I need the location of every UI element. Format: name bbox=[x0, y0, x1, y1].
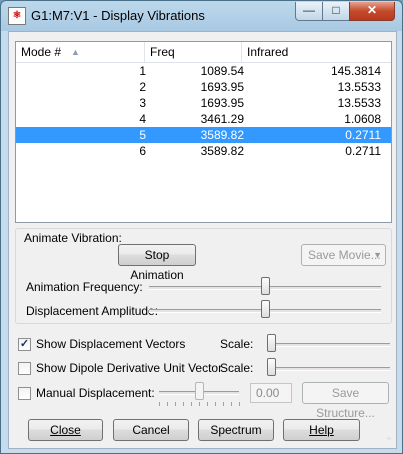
table-row[interactable]: 5 3589.82 0.2711 bbox=[16, 127, 391, 143]
close-window-button[interactable]: ✕ bbox=[349, 2, 395, 21]
slider-tick bbox=[175, 402, 176, 406]
table-row[interactable]: 6 3589.82 0.2711 bbox=[16, 143, 391, 159]
table-row[interactable]: 4 3461.29 1.0608 bbox=[16, 111, 391, 127]
column-header-mode[interactable]: Mode # ▲ bbox=[16, 42, 145, 62]
infrared-cell: 0.2711 bbox=[345, 128, 381, 142]
slider-tick bbox=[199, 402, 200, 406]
show-dipole-derivative-label[interactable]: Show Dipole Derivative Unit Vector bbox=[36, 361, 222, 375]
mode-cell: 1 bbox=[139, 64, 146, 78]
freq-cell: 1693.95 bbox=[200, 80, 244, 94]
scale-vectors-track bbox=[267, 343, 390, 347]
mode-cell: 6 bbox=[139, 144, 146, 158]
help-button[interactable]: Help bbox=[283, 419, 360, 441]
infrared-cell: 1.0608 bbox=[344, 112, 381, 126]
slider-tick bbox=[223, 402, 224, 406]
slider-tick bbox=[207, 402, 208, 406]
help-button-label: Help bbox=[309, 423, 334, 437]
mode-cell: 5 bbox=[139, 128, 146, 142]
infrared-cell: 13.5533 bbox=[337, 96, 381, 110]
manual-displacement-slider[interactable] bbox=[194, 382, 204, 400]
freq-cell: 3461.29 bbox=[200, 112, 244, 126]
cancel-button-label: Cancel bbox=[132, 423, 170, 437]
list-header: Mode # ▲ Freq Infrared bbox=[16, 42, 391, 63]
app-icon: ⚛ bbox=[8, 7, 26, 25]
column-header-mode-label: Mode # bbox=[21, 45, 62, 59]
mode-cell: 2 bbox=[139, 80, 146, 94]
animate-vibration-label: Animate Vibration: bbox=[23, 231, 123, 245]
dropdown-arrow-icon: ▼ bbox=[373, 250, 382, 260]
mode-cell: 3 bbox=[139, 96, 146, 110]
slider-tick bbox=[183, 402, 184, 406]
minimize-button[interactable]: — bbox=[295, 2, 323, 21]
scale-dipole-track bbox=[267, 367, 390, 371]
show-dipole-derivative-checkbox[interactable] bbox=[18, 362, 31, 375]
manual-displacement-input[interactable]: 0.00 bbox=[250, 383, 292, 403]
cancel-button[interactable]: Cancel bbox=[113, 419, 189, 441]
displacement-amplitude-label: Displacement Amplitude: bbox=[26, 304, 159, 318]
modes-rows: 1 1089.54 145.3814 2 1693.95 13.5533 3 1693.95 1… bbox=[16, 63, 391, 159]
infrared-cell: 13.5533 bbox=[337, 80, 381, 94]
freq-cell: 3589.82 bbox=[200, 144, 244, 158]
stop-animation-button[interactable]: Stop Animation bbox=[118, 244, 196, 282]
title-bar[interactable]: ⚛ G1:M7:V1 - Display Vibrations — □ ✕ bbox=[1, 1, 402, 29]
freq-cell: 1089.54 bbox=[200, 64, 244, 78]
freq-cell: 3589.82 bbox=[200, 128, 244, 142]
resize-grip-icon[interactable]: ⁘ bbox=[386, 436, 394, 446]
save-movie-label: Save Movie... bbox=[308, 248, 381, 262]
slider-tick bbox=[191, 402, 192, 406]
infrared-cell: 145.3814 bbox=[330, 64, 381, 78]
animation-frequency-label: Animation Frequency: bbox=[26, 280, 143, 294]
slider-tick bbox=[215, 402, 216, 406]
animation-frequency-slider[interactable] bbox=[260, 277, 270, 295]
spectrum-button-label: Spectrum bbox=[210, 423, 262, 437]
manual-displacement-checkbox[interactable] bbox=[18, 387, 31, 400]
window-title: G1:M7:V1 - Display Vibrations bbox=[31, 8, 205, 23]
displacement-amplitude-slider[interactable] bbox=[260, 300, 270, 318]
show-displacement-vectors-checkbox[interactable]: ✓ bbox=[18, 338, 31, 351]
mode-cell: 4 bbox=[139, 112, 146, 126]
slider-tick bbox=[159, 402, 160, 406]
scale-vectors-slider[interactable] bbox=[267, 334, 276, 352]
column-header-infrared[interactable]: Infrared bbox=[242, 42, 391, 62]
table-row[interactable]: 1 1089.54 145.3814 bbox=[16, 63, 391, 79]
close-button[interactable]: Close bbox=[28, 419, 103, 441]
column-header-freq[interactable]: Freq bbox=[145, 42, 242, 62]
table-row[interactable]: 3 1693.95 13.5533 bbox=[16, 95, 391, 111]
sort-ascending-icon: ▲ bbox=[71, 47, 80, 57]
table-row[interactable]: 2 1693.95 13.5533 bbox=[16, 79, 391, 95]
scale-dipole-label: Scale: bbox=[220, 361, 254, 375]
close-button-label: Close bbox=[50, 423, 81, 437]
modes-list[interactable]: Mode # ▲ Freq Infrared 1 1089.54 145.3814 2… bbox=[15, 41, 392, 223]
maximize-button[interactable]: □ bbox=[322, 2, 350, 21]
show-displacement-vectors-label[interactable]: Show Displacement Vectors bbox=[36, 337, 185, 351]
manual-displacement-label[interactable]: Manual Displacement: bbox=[36, 386, 155, 400]
scale-vectors-label: Scale: bbox=[220, 337, 254, 351]
slider-tick bbox=[231, 402, 232, 406]
slider-tick bbox=[239, 402, 240, 406]
slider-tick bbox=[167, 402, 168, 406]
save-movie-button[interactable]: Save Movie... ▼ bbox=[301, 244, 386, 266]
scale-dipole-slider[interactable] bbox=[267, 358, 276, 376]
spectrum-button[interactable]: Spectrum bbox=[198, 419, 274, 441]
infrared-cell: 0.2711 bbox=[345, 144, 381, 158]
manual-displacement-ticks bbox=[159, 402, 240, 406]
freq-cell: 1693.95 bbox=[200, 96, 244, 110]
dialog-client: Mode # ▲ Freq Infrared 1 1089.54 145.3814 2… bbox=[8, 31, 397, 449]
save-structure-button[interactable]: Save Structure... bbox=[302, 382, 389, 420]
stop-animation-label: Stop Animation bbox=[130, 248, 184, 282]
dialog-window: ⚛ G1:M7:V1 - Display Vibrations — □ ✕ Mo… bbox=[0, 0, 403, 454]
